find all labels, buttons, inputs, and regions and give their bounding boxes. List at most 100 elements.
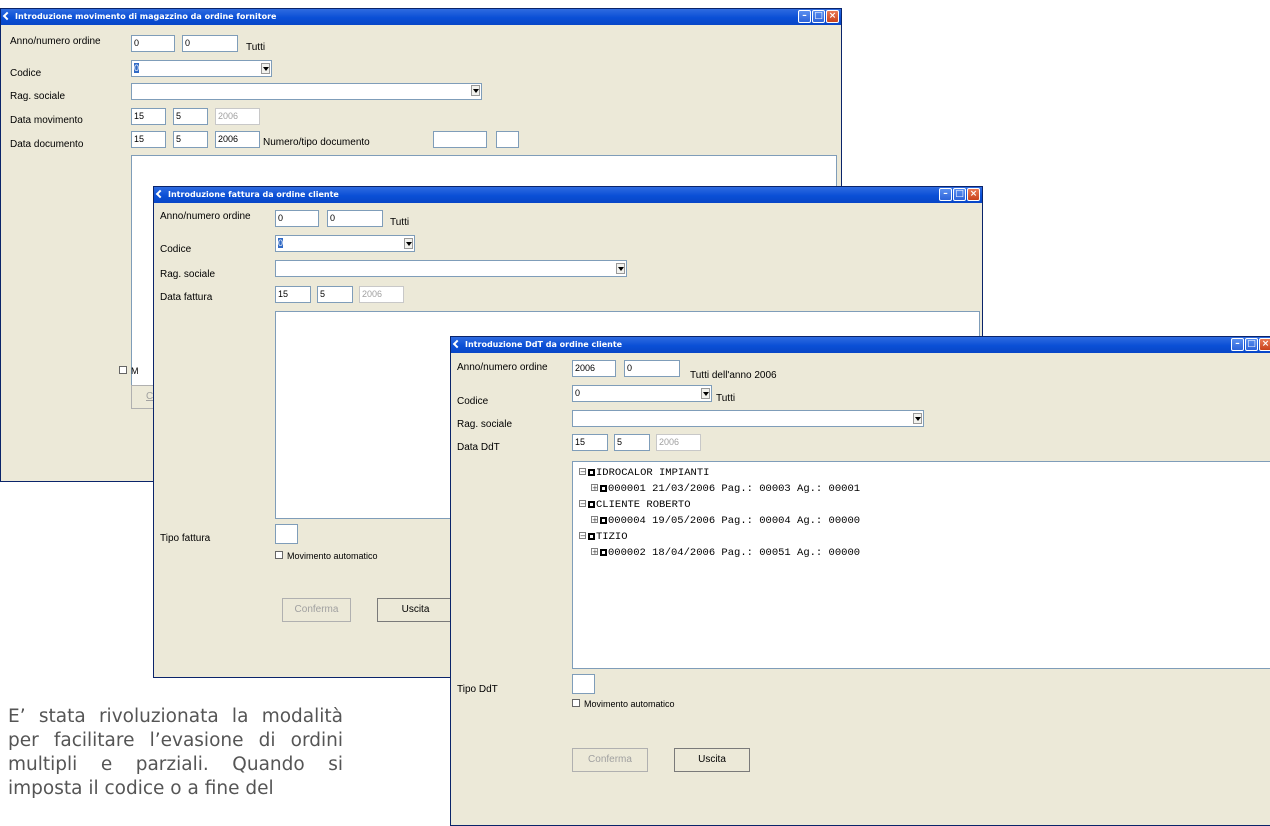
tipo-fattura-field[interactable] (275, 524, 298, 544)
title-bar[interactable]: Introduzione movimento di magazzino da o… (1, 9, 841, 25)
maximize-icon[interactable]: □ (1245, 338, 1258, 351)
uscita-button[interactable]: Uscita (674, 748, 750, 772)
expand-icon[interactable]: + (591, 516, 598, 524)
expand-icon[interactable]: + (591, 484, 598, 492)
data-ddt-day[interactable]: 15 (572, 434, 608, 451)
label-data-ddt: Data DdT (457, 442, 500, 453)
close-icon[interactable]: × (967, 188, 980, 201)
tutti-anno-label: Tutti dell'anno 2006 (690, 370, 777, 381)
tree-node-order[interactable]: +000004 19/05/2006 Pag.: 00004 Ag.: 0000… (579, 513, 860, 529)
checkbox-icon[interactable] (600, 549, 607, 556)
anno-field[interactable]: 2006 (572, 360, 616, 377)
numero-documento-field[interactable] (433, 131, 487, 148)
uscita-label: Uscita (698, 754, 726, 765)
order-line: 000004 19/05/2006 Pag.: 00004 Ag.: 00000 (608, 515, 861, 527)
ordini-tree: − IDROCALOR IMPIANTI +000001 21/03/2006 P… (579, 465, 860, 561)
tree-node-customer[interactable]: − CLIENTE ROBERTO (579, 497, 860, 513)
codice-select[interactable]: 0 (572, 385, 712, 402)
app-icon (155, 189, 165, 199)
label-anno-numero: Anno/numero ordine (457, 362, 548, 373)
checkbox-icon[interactable] (600, 517, 607, 524)
data-movimento-month[interactable]: 5 (173, 108, 208, 125)
maximize-icon[interactable]: □ (953, 188, 966, 201)
expand-icon[interactable]: + (591, 548, 598, 556)
data-ddt-month[interactable]: 5 (614, 434, 650, 451)
data-documento-year[interactable]: 2006 (215, 131, 260, 148)
conferma-button[interactable]: Conferma (572, 748, 648, 772)
conferma-label: Conferma (588, 754, 632, 765)
label-data-fattura: Data fattura (160, 292, 213, 303)
tipo-ddt-field[interactable] (572, 674, 595, 694)
rag-sociale-select[interactable] (131, 83, 482, 100)
close-icon[interactable]: × (826, 10, 839, 23)
data-ddt-year: 2006 (656, 434, 701, 451)
chevron-down-icon[interactable] (404, 238, 413, 249)
checkbox-icon[interactable] (588, 533, 595, 540)
tree-node-customer[interactable]: − IDROCALOR IMPIANTI (579, 465, 860, 481)
label-data-documento: Data documento (10, 139, 84, 150)
checkbox-label: Movimento automatico (584, 699, 675, 709)
checkbox-icon[interactable] (600, 485, 607, 492)
movimento-checkbox[interactable]: M (119, 366, 139, 376)
tree-node-order[interactable]: +000002 18/04/2006 Pag.: 00051 Ag.: 0000… (579, 545, 860, 561)
chevron-down-icon[interactable] (913, 413, 922, 424)
label-anno-numero: Anno/numero ordine (160, 211, 251, 222)
rag-sociale-select[interactable] (275, 260, 627, 277)
data-fattura-year: 2006 (359, 286, 404, 303)
uscita-button[interactable]: Uscita (377, 598, 454, 622)
data-movimento-day[interactable]: 15 (131, 108, 166, 125)
codice-value: 0 (575, 388, 581, 398)
numero-field[interactable]: 0 (327, 210, 383, 227)
maximize-icon[interactable]: □ (812, 10, 825, 23)
data-documento-day[interactable]: 15 (131, 131, 166, 148)
chevron-down-icon[interactable] (261, 63, 270, 74)
close-icon[interactable]: × (1259, 338, 1270, 351)
ordini-tree-panel[interactable]: − IDROCALOR IMPIANTI +000001 21/03/2006 P… (572, 461, 1270, 669)
conferma-button[interactable]: Conferma (282, 598, 351, 622)
window-title: Introduzione movimento di magazzino da o… (15, 12, 277, 21)
anno-field[interactable]: 0 (275, 210, 319, 227)
label-numero-tipo: Numero/tipo documento (263, 137, 370, 148)
codice-select[interactable]: 0 (131, 60, 272, 77)
collapse-icon[interactable]: − (579, 468, 586, 476)
collapse-icon[interactable]: − (579, 500, 586, 508)
codice-value: 0 (134, 63, 140, 73)
numero-field[interactable]: 0 (624, 360, 680, 377)
data-fattura-month[interactable]: 5 (317, 286, 353, 303)
title-bar[interactable]: Introduzione fattura da ordine cliente –… (154, 187, 982, 203)
title-bar[interactable]: Introduzione DdT da ordine cliente – □ × (451, 337, 1270, 353)
chevron-down-icon[interactable] (616, 263, 625, 274)
data-fattura-day[interactable]: 15 (275, 286, 311, 303)
checkbox-label: M (131, 366, 139, 376)
customer-name: CLIENTE ROBERTO (596, 499, 691, 511)
minimize-icon[interactable]: – (1231, 338, 1244, 351)
movimento-automatico-checkbox[interactable]: Movimento automatico (572, 699, 675, 709)
customer-name: IDROCALOR IMPIANTI (596, 467, 710, 479)
label-anno-numero: Anno/numero ordine (10, 36, 101, 47)
label-tipo-ddt: Tipo DdT (457, 684, 498, 695)
chevron-down-icon[interactable] (471, 85, 480, 96)
tree-node-customer[interactable]: − TIZIO (579, 529, 860, 545)
tree-node-order[interactable]: +000001 21/03/2006 Pag.: 00003 Ag.: 0000… (579, 481, 860, 497)
label-rag-sociale: Rag. sociale (10, 91, 66, 102)
customer-name: TIZIO (596, 531, 628, 543)
data-documento-month[interactable]: 5 (173, 131, 208, 148)
tipo-documento-field[interactable] (496, 131, 519, 148)
minimize-icon[interactable]: – (939, 188, 952, 201)
checkbox-icon[interactable] (588, 469, 595, 476)
anno-field[interactable]: 0 (131, 35, 175, 52)
collapse-icon[interactable]: − (579, 532, 586, 540)
minimize-icon[interactable]: – (798, 10, 811, 23)
tutti-label: Tutti (390, 217, 410, 228)
document-paragraph: E’ stata rivoluzionata la modalità per f… (8, 706, 343, 799)
order-line: 000002 18/04/2006 Pag.: 00051 Ag.: 00000 (608, 547, 861, 559)
order-line: 000001 21/03/2006 Pag.: 00003 Ag.: 00001 (608, 483, 861, 495)
window-ddt: Introduzione DdT da ordine cliente – □ ×… (450, 336, 1270, 826)
codice-select[interactable]: 0 (275, 235, 415, 252)
movimento-automatico-checkbox[interactable]: Movimento automatico (275, 551, 378, 561)
numero-field[interactable]: 0 (182, 35, 238, 52)
label-rag-sociale: Rag. sociale (160, 269, 216, 280)
rag-sociale-select[interactable] (572, 410, 924, 427)
chevron-down-icon[interactable] (701, 388, 710, 399)
checkbox-icon[interactable] (588, 501, 595, 508)
